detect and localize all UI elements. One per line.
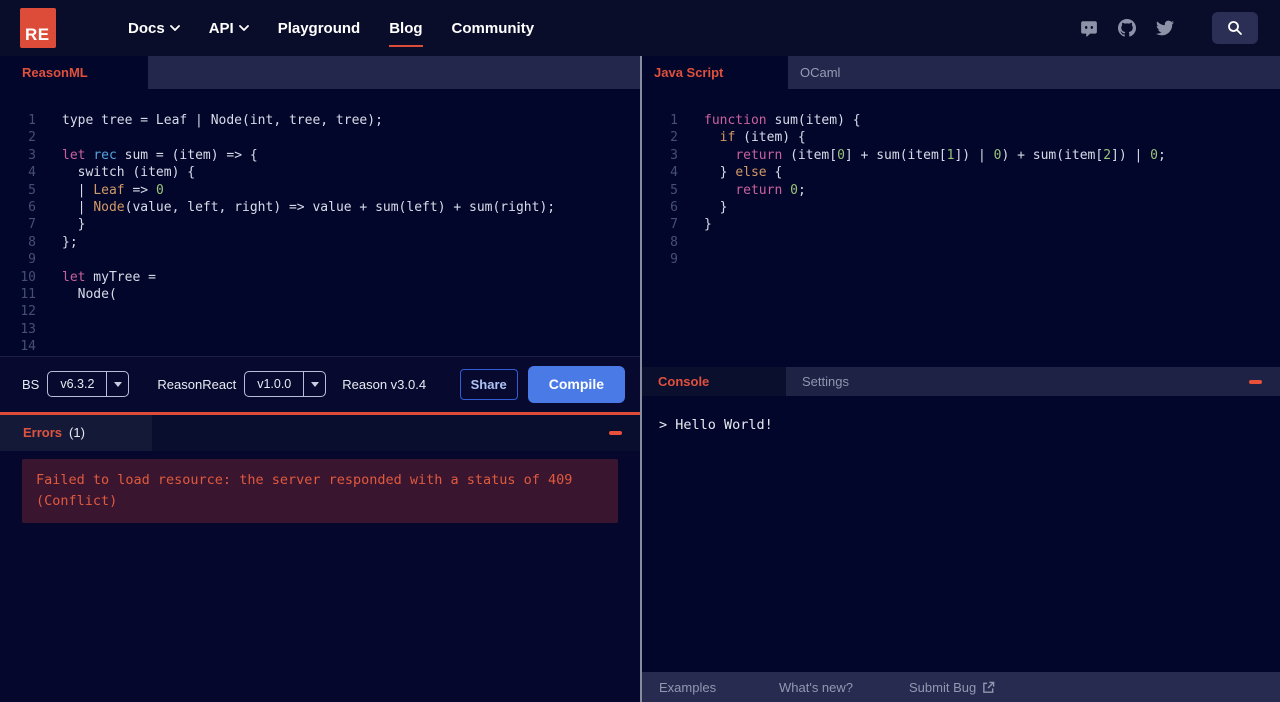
share-button[interactable]: Share — [459, 368, 518, 400]
nav-item-playground[interactable]: Playground — [278, 16, 361, 41]
errors-header: Errors (1) — [0, 414, 640, 451]
top-nav: RE Docs API Playground Blog Community — [0, 0, 1280, 56]
errors-body: Failed to load resource: the server resp… — [0, 450, 640, 702]
nav-item-api[interactable]: API — [209, 16, 249, 41]
footer-link-label: Submit Bug — [909, 679, 977, 695]
output-tabbar: Java Script OCaml — [642, 56, 1280, 89]
reason-logo[interactable]: RE — [20, 8, 56, 48]
playground-footer: Examples What's new? Submit Bug — [642, 672, 1280, 702]
nav-item-docs[interactable]: Docs — [128, 16, 180, 41]
nav-item-label: Blog — [389, 19, 423, 37]
examples-link[interactable]: Examples — [659, 680, 779, 695]
chevron-down-icon — [238, 25, 249, 31]
nav-item-label: Playground — [277, 19, 361, 37]
chevron-down-icon — [169, 25, 180, 31]
compile-button[interactable]: Compile — [527, 365, 625, 403]
discord-icon[interactable] — [1080, 19, 1098, 37]
nav-item-label: API — [208, 19, 234, 37]
caret-down-icon — [303, 372, 325, 396]
reason-playground-app: RE Docs API Playground Blog Community Re… — [0, 0, 1280, 702]
reason-version-text: Reason v3.0.4 — [342, 376, 427, 392]
tab-label: OCaml — [800, 65, 841, 80]
tab-errors[interactable]: Errors (1) — [0, 414, 152, 451]
console-output: > Hello World! — [642, 396, 1280, 672]
logo-text: RE — [25, 25, 50, 44]
tab-label: ReasonML — [22, 65, 88, 80]
reasonreact-label: ReasonReact — [157, 376, 237, 392]
compile-toolbar: BS v6.3.2 ReasonReact v1.0.0 Reason v3.0… — [0, 355, 640, 412]
tab-label: Settings — [802, 374, 849, 389]
tab-console[interactable]: Console — [642, 367, 786, 396]
console-header: Console Settings — [642, 367, 1280, 396]
twitter-icon[interactable] — [1156, 19, 1174, 37]
javascript-output-editor[interactable]: 1 function sum(item) {2 if (item) {3 retu… — [642, 89, 1280, 367]
nav-item-label: Docs — [128, 19, 165, 37]
tab-ocaml[interactable]: OCaml — [788, 56, 934, 89]
tab-label: Java Script — [654, 65, 724, 80]
tab-label: Console — [658, 374, 710, 389]
nav-social-links — [1080, 12, 1258, 44]
whats-new-link[interactable]: What's new? — [779, 680, 909, 695]
external-link-icon — [983, 681, 995, 693]
reasonreact-version-value: v1.0.0 — [257, 377, 292, 391]
bs-label: BS — [22, 376, 40, 392]
bs-version-dropdown[interactable]: v6.3.2 — [47, 371, 130, 397]
left-tabbar: ReasonML — [0, 56, 640, 89]
nav-items: Docs API Playground Blog Community — [128, 16, 535, 47]
tab-settings[interactable]: Settings — [786, 367, 930, 396]
collapse-console-icon[interactable] — [1249, 379, 1262, 384]
collapse-errors-icon[interactable] — [609, 430, 622, 435]
tab-javascript[interactable]: Java Script — [642, 56, 788, 89]
footer-link-label: What's new? — [779, 679, 854, 695]
bs-version-value: v6.3.2 — [60, 377, 95, 391]
caret-down-icon — [106, 372, 128, 396]
tab-reasonml[interactable]: ReasonML — [0, 56, 148, 89]
github-icon[interactable] — [1118, 19, 1136, 37]
reason-code-editor[interactable]: 1 type tree = Leaf | Node(int, tree, tree… — [0, 89, 640, 356]
search-button[interactable] — [1212, 12, 1258, 44]
error-message: Failed to load resource: the server resp… — [22, 458, 618, 523]
errors-title: Errors — [23, 425, 63, 440]
nav-item-community[interactable]: Community — [452, 16, 535, 41]
search-icon — [1228, 21, 1242, 35]
reasonreact-version-dropdown[interactable]: v1.0.0 — [244, 371, 327, 397]
right-pane: Java Script OCaml 1 function sum(item) {2… — [642, 56, 1280, 702]
errors-count: (1) — [69, 425, 85, 440]
nav-item-blog[interactable]: Blog — [389, 16, 423, 47]
main-split: ReasonML 1 type tree = Leaf | Node(int, t… — [0, 56, 1280, 702]
nav-item-label: Community — [451, 19, 535, 37]
console-line: > Hello World! — [659, 417, 773, 433]
footer-link-label: Examples — [659, 679, 717, 695]
left-pane: ReasonML 1 type tree = Leaf | Node(int, t… — [0, 56, 640, 702]
submit-bug-link[interactable]: Submit Bug — [909, 680, 995, 695]
